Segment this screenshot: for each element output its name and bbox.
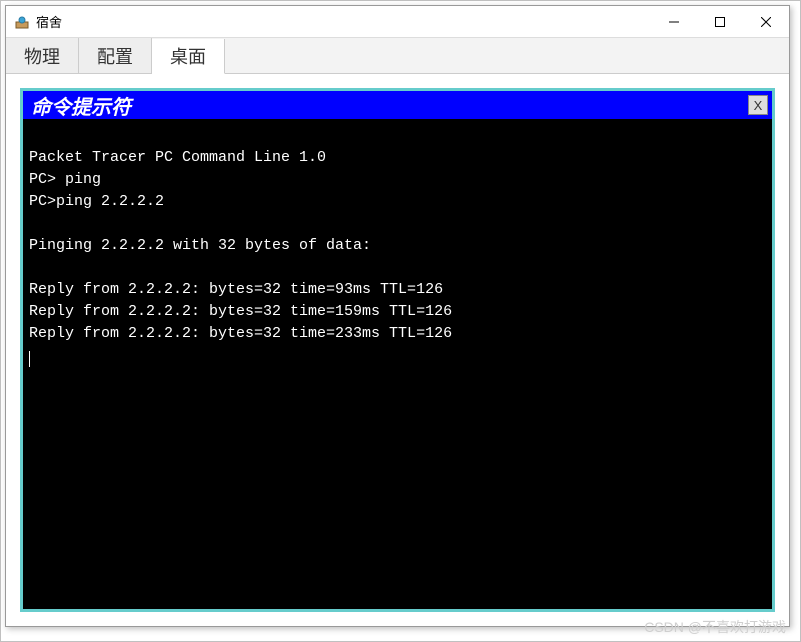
titlebar-left: 宿舍 (6, 12, 62, 31)
command-prompt-close-button[interactable]: X (748, 95, 768, 115)
terminal-line: PC> ping (29, 171, 101, 188)
terminal-cursor (29, 351, 30, 367)
app-window: 宿舍 物理 配置 桌面 命令提示符 (5, 5, 790, 627)
outer-frame: 宿舍 物理 配置 桌面 命令提示符 (0, 0, 801, 642)
command-prompt-title: 命令提示符 (31, 91, 131, 120)
tab-config[interactable]: 配置 (79, 38, 152, 73)
terminal-line: Reply from 2.2.2.2: bytes=32 time=233ms … (29, 325, 452, 342)
watermark: CSDN @不喜欢打游戏 (644, 617, 786, 637)
minimize-button[interactable] (651, 6, 697, 37)
window-title: 宿舍 (36, 12, 62, 31)
tab-bar: 物理 配置 桌面 (6, 38, 789, 74)
command-prompt-window: 命令提示符 X Packet Tracer PC Command Line 1.… (20, 88, 775, 612)
window-controls (651, 6, 789, 37)
maximize-button[interactable] (697, 6, 743, 37)
close-icon (761, 17, 771, 27)
terminal-line: Reply from 2.2.2.2: bytes=32 time=93ms T… (29, 281, 443, 298)
minimize-icon (669, 17, 679, 27)
terminal-output[interactable]: Packet Tracer PC Command Line 1.0 PC> pi… (23, 119, 772, 609)
content-area: 命令提示符 X Packet Tracer PC Command Line 1.… (6, 74, 789, 626)
titlebar[interactable]: 宿舍 (6, 6, 789, 38)
command-prompt-titlebar[interactable]: 命令提示符 X (23, 91, 772, 119)
tab-physical[interactable]: 物理 (6, 38, 79, 73)
terminal-line: PC>ping 2.2.2.2 (29, 193, 164, 210)
close-button[interactable] (743, 6, 789, 37)
maximize-icon (715, 17, 725, 27)
app-icon (14, 14, 30, 30)
terminal-line: Pinging 2.2.2.2 with 32 bytes of data: (29, 237, 371, 254)
tab-desktop[interactable]: 桌面 (152, 39, 225, 74)
terminal-line: Packet Tracer PC Command Line 1.0 (29, 149, 326, 166)
terminal-line: Reply from 2.2.2.2: bytes=32 time=159ms … (29, 303, 452, 320)
